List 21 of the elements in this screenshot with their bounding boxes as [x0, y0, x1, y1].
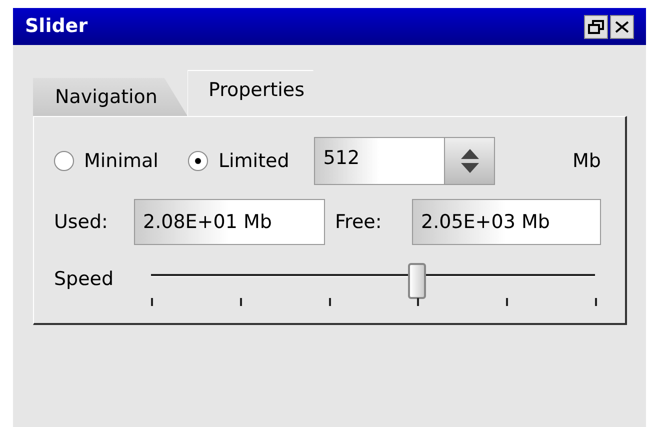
- close-icon: [614, 20, 630, 32]
- window-title: Slider: [25, 14, 89, 40]
- speed-label: Speed: [54, 267, 115, 292]
- spin-value: 512: [315, 138, 444, 184]
- speed-slider[interactable]: [151, 263, 595, 307]
- radio-label[interactable]: Limited: [218, 146, 290, 176]
- free-label: Free:: [335, 210, 383, 235]
- unit-label: Mb: [572, 148, 601, 174]
- slider-thumb[interactable]: [408, 263, 426, 299]
- spin-box[interactable]: 512: [314, 137, 496, 185]
- radio-button[interactable]: [54, 151, 74, 171]
- used-label: Used:: [54, 210, 109, 235]
- close-button[interactable]: [610, 14, 634, 38]
- tab[interactable]: Navigation: [33, 78, 188, 116]
- used-field: 2.08E+01 Mb: [134, 199, 325, 245]
- spin-arrows-icon[interactable]: [444, 138, 494, 184]
- radio-label[interactable]: Minimal: [84, 146, 158, 176]
- free-field: 2.05E+03 Mb: [412, 199, 601, 245]
- restore-button[interactable]: [584, 14, 608, 38]
- restore-icon: [588, 20, 604, 34]
- radio-button[interactable]: [188, 151, 208, 171]
